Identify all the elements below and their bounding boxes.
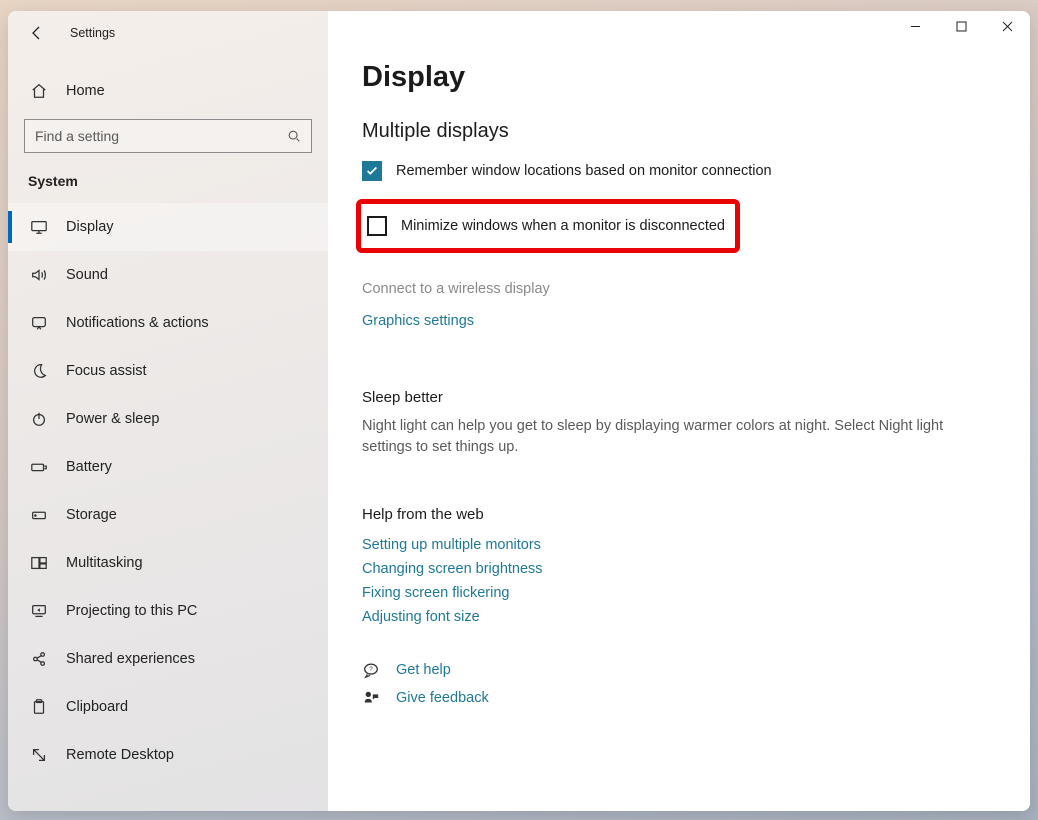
highlighted-option: Minimize windows when a monitor is disco… [356,199,740,253]
sleep-better-heading: Sleep better [362,389,996,406]
sidebar-item-label: Projecting to this PC [66,603,197,619]
checkbox-minimize-on-disconnect[interactable]: Minimize windows when a monitor is disco… [367,216,725,236]
help-icon: ? [362,661,380,679]
sidebar-item-projecting[interactable]: Projecting to this PC [8,587,328,635]
sidebar-item-multitasking[interactable]: Multitasking [8,539,328,587]
sidebar-item-notifications[interactable]: Notifications & actions [8,299,328,347]
checkbox-label: Minimize windows when a monitor is disco… [401,218,725,234]
sleep-better-body: Night light can help you get to sleep by… [362,416,996,458]
nav-list: Display Sound Notifications & actions Fo… [8,203,328,779]
sidebar-item-shared[interactable]: Shared experiences [8,635,328,683]
storage-icon [30,506,48,524]
sidebar-item-sound[interactable]: Sound [8,251,328,299]
sidebar-item-label: Battery [66,459,112,475]
sidebar-item-label: Focus assist [66,363,147,379]
maximize-button[interactable] [938,11,984,41]
clipboard-icon [30,698,48,716]
page-title: Display [362,61,996,94]
moon-icon [30,362,48,380]
sidebar-item-label: Multitasking [66,555,143,571]
help-link-flickering[interactable]: Fixing screen flickering [362,585,996,601]
settings-window: Settings Home Find a setting System Disp… [8,11,1030,811]
home-icon [30,82,48,100]
sidebar-item-label: Shared experiences [66,651,195,667]
search-icon [287,129,301,143]
get-help-label: Get help [396,662,451,678]
give-feedback-label: Give feedback [396,690,489,706]
sidebar-item-label: Remote Desktop [66,747,174,763]
svg-text:?: ? [369,666,373,673]
battery-icon [30,458,48,476]
graphics-settings-link[interactable]: Graphics settings [362,313,996,329]
sidebar-item-label: Sound [66,267,108,283]
connect-wireless-display-link[interactable]: Connect to a wireless display [362,281,996,297]
help-from-web-heading: Help from the web [362,506,996,523]
section-label: System [8,163,328,203]
sidebar-item-display[interactable]: Display [8,203,328,251]
monitor-icon [30,218,48,236]
sidebar-item-remote[interactable]: Remote Desktop [8,731,328,779]
sidebar-item-battery[interactable]: Battery [8,443,328,491]
home-label: Home [66,83,105,99]
sidebar-item-label: Notifications & actions [66,315,209,331]
minimize-button[interactable] [892,11,938,41]
sidebar-item-label: Display [66,219,114,235]
give-feedback-link[interactable]: Give feedback [362,689,996,707]
search-input[interactable]: Find a setting [24,119,312,153]
speaker-icon [30,266,48,284]
remote-icon [30,746,48,764]
back-button[interactable] [28,24,46,42]
window-controls [892,11,1030,43]
main-pane: Display Multiple displays Remember windo… [328,11,1030,811]
feedback-icon [362,689,380,707]
checkbox-checked-icon [362,161,382,181]
search-wrap: Find a setting [8,115,328,163]
sidebar-item-label: Power & sleep [66,411,160,427]
app-title: Settings [70,26,115,40]
get-help-link[interactable]: ? Get help [362,661,996,679]
power-icon [30,410,48,428]
shared-icon [30,650,48,668]
sidebar-item-power[interactable]: Power & sleep [8,395,328,443]
sidebar-item-label: Storage [66,507,117,523]
checkbox-label: Remember window locations based on monit… [396,163,772,179]
help-links: Setting up multiple monitors Changing sc… [362,537,996,625]
notification-icon [30,314,48,332]
sidebar-item-clipboard[interactable]: Clipboard [8,683,328,731]
search-placeholder: Find a setting [35,128,119,144]
help-link-multiple-monitors[interactable]: Setting up multiple monitors [362,537,996,553]
footer-links: ? Get help Give feedback [362,661,996,707]
sidebar: Settings Home Find a setting System Disp… [8,11,328,811]
sidebar-item-home[interactable]: Home [8,67,328,115]
close-button[interactable] [984,11,1030,41]
content-area: Display Multiple displays Remember windo… [328,11,1030,717]
multiple-displays-heading: Multiple displays [362,120,996,143]
titlebar-left: Settings [8,11,328,55]
sidebar-item-storage[interactable]: Storage [8,491,328,539]
project-icon [30,602,48,620]
help-link-font-size[interactable]: Adjusting font size [362,609,996,625]
multitask-icon [30,554,48,572]
sidebar-item-label: Clipboard [66,699,128,715]
checkbox-unchecked-icon [367,216,387,236]
help-link-brightness[interactable]: Changing screen brightness [362,561,996,577]
checkbox-remember-window-locations[interactable]: Remember window locations based on monit… [362,161,996,181]
sidebar-item-focus[interactable]: Focus assist [8,347,328,395]
